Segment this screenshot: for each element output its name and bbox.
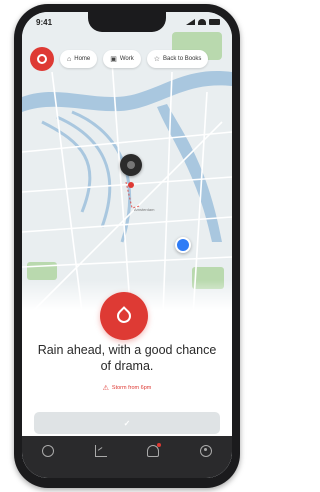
- forecast-headline: Rain ahead, with a good chance of drama.: [37, 343, 217, 373]
- wifi-icon: [198, 19, 206, 25]
- chip-saved-place[interactable]: ☆ Back to Books: [146, 50, 209, 68]
- rain-drop-icon: [114, 306, 134, 326]
- top-bar: ⌂ Home ▣ Work ☆ Back to Books: [30, 46, 232, 72]
- menu-button[interactable]: [30, 47, 54, 71]
- chip-label: Back to Books: [163, 56, 202, 62]
- notch: [88, 12, 166, 32]
- storm-marker[interactable]: [128, 182, 134, 188]
- map-park-2: [27, 262, 57, 280]
- chip-label: Home: [74, 56, 91, 62]
- battery-icon: [209, 19, 220, 25]
- star-icon: ☆: [153, 56, 161, 63]
- bell-icon[interactable]: [147, 443, 162, 457]
- tab-bar: [22, 436, 232, 478]
- check-icon: ✓: [123, 418, 131, 428]
- weather-badge[interactable]: [100, 292, 148, 340]
- chart-icon[interactable]: [94, 445, 107, 457]
- profile-icon[interactable]: [199, 445, 212, 457]
- status-icons: [186, 19, 220, 25]
- chip-home[interactable]: ⌂ Home: [60, 50, 98, 68]
- chip-work[interactable]: ▣ Work: [103, 50, 141, 68]
- app-logo-icon: [37, 54, 47, 64]
- signal-icon: [186, 19, 195, 25]
- notification-dot: [157, 443, 162, 447]
- status-time: 9:41: [36, 18, 53, 27]
- current-location-dot[interactable]: [175, 237, 191, 253]
- app-screen: 9:41 Amsterdam ⌂ Home ▣ Work ☆ Back to B…: [22, 12, 232, 478]
- confirm-button[interactable]: ✓: [34, 412, 220, 434]
- chip-label: Work: [119, 56, 134, 62]
- home-icon: ⌂: [67, 55, 72, 63]
- storm-alert-label: Storm from 6pm: [111, 385, 152, 391]
- alert-icon: ⚠: [102, 385, 109, 392]
- map-place-label: Amsterdam: [134, 207, 155, 212]
- map-center-pin[interactable]: [120, 154, 142, 176]
- briefcase-icon: ▣: [110, 56, 117, 63]
- storm-alert-link[interactable]: ⚠ Storm from 6pm: [22, 384, 232, 392]
- globe-icon[interactable]: [42, 445, 55, 457]
